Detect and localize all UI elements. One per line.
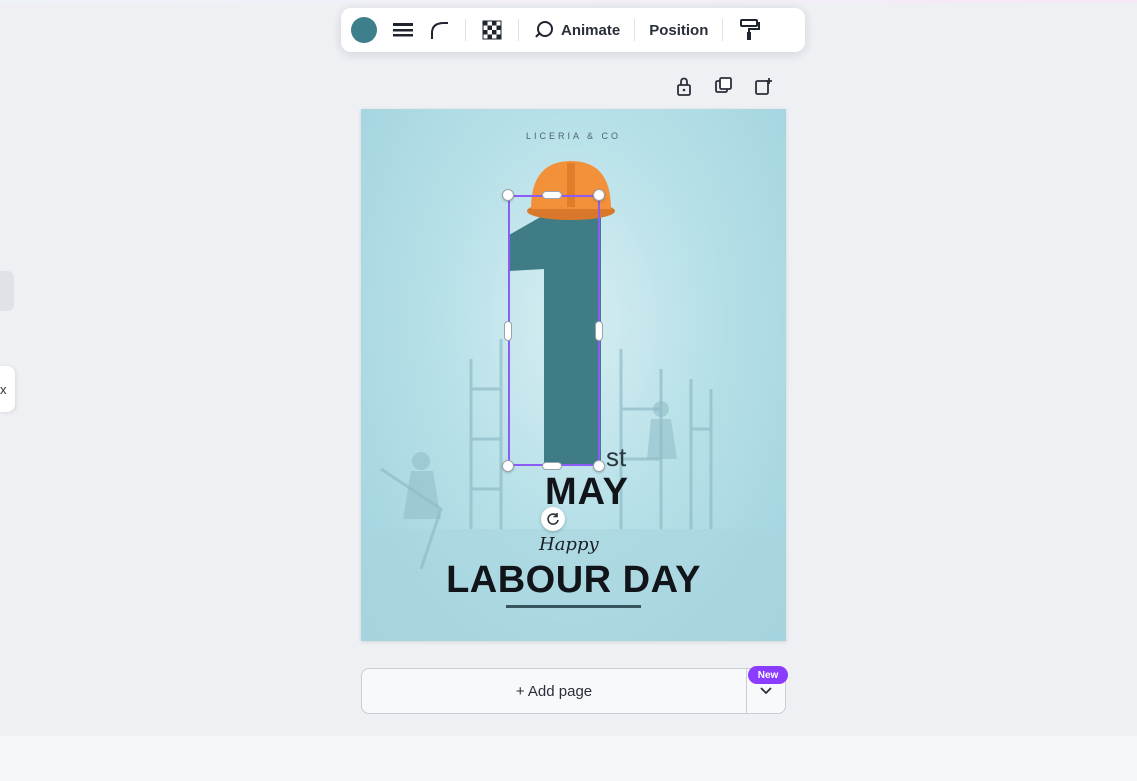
duplicate-page-button[interactable]: [712, 74, 736, 98]
toolbar-divider: [634, 19, 636, 41]
resize-handle-top-right[interactable]: [593, 189, 605, 201]
add-page-top-button[interactable]: [752, 74, 776, 98]
toolbar-divider: [722, 19, 724, 41]
lock-icon: [677, 77, 691, 96]
element-toolbar: Animate Position: [341, 8, 805, 52]
color-swatch: [351, 17, 377, 43]
animate-label: Animate: [561, 21, 621, 39]
rotate-icon: [547, 513, 559, 525]
position-button[interactable]: Position: [643, 14, 714, 46]
transparency-button[interactable]: [474, 14, 510, 46]
brand-name: LICERIA & CO: [525, 131, 622, 141]
add-page-label: + Add page: [515, 682, 593, 700]
design-page[interactable]: LICERIA & CO st MAY Happy LABOUR DAY: [361, 109, 786, 641]
duplicate-icon: [715, 77, 732, 93]
headline-text: LABOUR DAY: [446, 559, 701, 601]
position-label: Position: [649, 21, 709, 39]
lock-page-button[interactable]: [672, 74, 696, 98]
border-style-button[interactable]: [385, 14, 421, 46]
resize-handle-top-left[interactable]: [502, 189, 514, 201]
left-panel-tab[interactable]: [0, 271, 14, 311]
new-badge: New: [748, 666, 788, 684]
ordinal-suffix: st: [606, 442, 627, 472]
rotate-handle[interactable]: [541, 507, 565, 531]
resize-handle-bottom-right[interactable]: [593, 460, 605, 472]
lines-icon: [393, 23, 413, 37]
copy-style-button[interactable]: [731, 14, 767, 46]
animate-icon: [535, 21, 553, 38]
corner-radius-icon: [431, 22, 448, 39]
toolbar-divider: [518, 19, 519, 41]
add-page-button[interactable]: + Add page: [361, 668, 747, 714]
resize-handle-left[interactable]: [504, 321, 512, 341]
left-panel-close-button[interactable]: x: [0, 366, 15, 412]
color-button[interactable]: [351, 14, 385, 46]
corner-rounding-button[interactable]: [421, 14, 457, 46]
resize-handle-bottom[interactable]: [542, 462, 562, 470]
close-icon: x: [0, 381, 7, 397]
month-text: MAY: [545, 471, 629, 513]
headline-underline: [506, 605, 641, 608]
bottom-strip: [0, 736, 1137, 781]
toolbar-divider: [465, 19, 466, 41]
page-actions: [672, 74, 776, 98]
selection-box[interactable]: [508, 195, 600, 466]
resize-handle-right[interactable]: [595, 321, 603, 341]
resize-handle-top[interactable]: [542, 191, 562, 199]
resize-handle-bottom-left[interactable]: [502, 460, 514, 472]
checker-icon: [482, 20, 502, 40]
add-page-share-icon: [755, 78, 772, 95]
paint-roller-icon: [740, 19, 761, 40]
happy-script-text: Happy: [539, 534, 599, 555]
animate-button[interactable]: Animate: [527, 14, 626, 46]
chevron-down-icon: [760, 687, 772, 695]
